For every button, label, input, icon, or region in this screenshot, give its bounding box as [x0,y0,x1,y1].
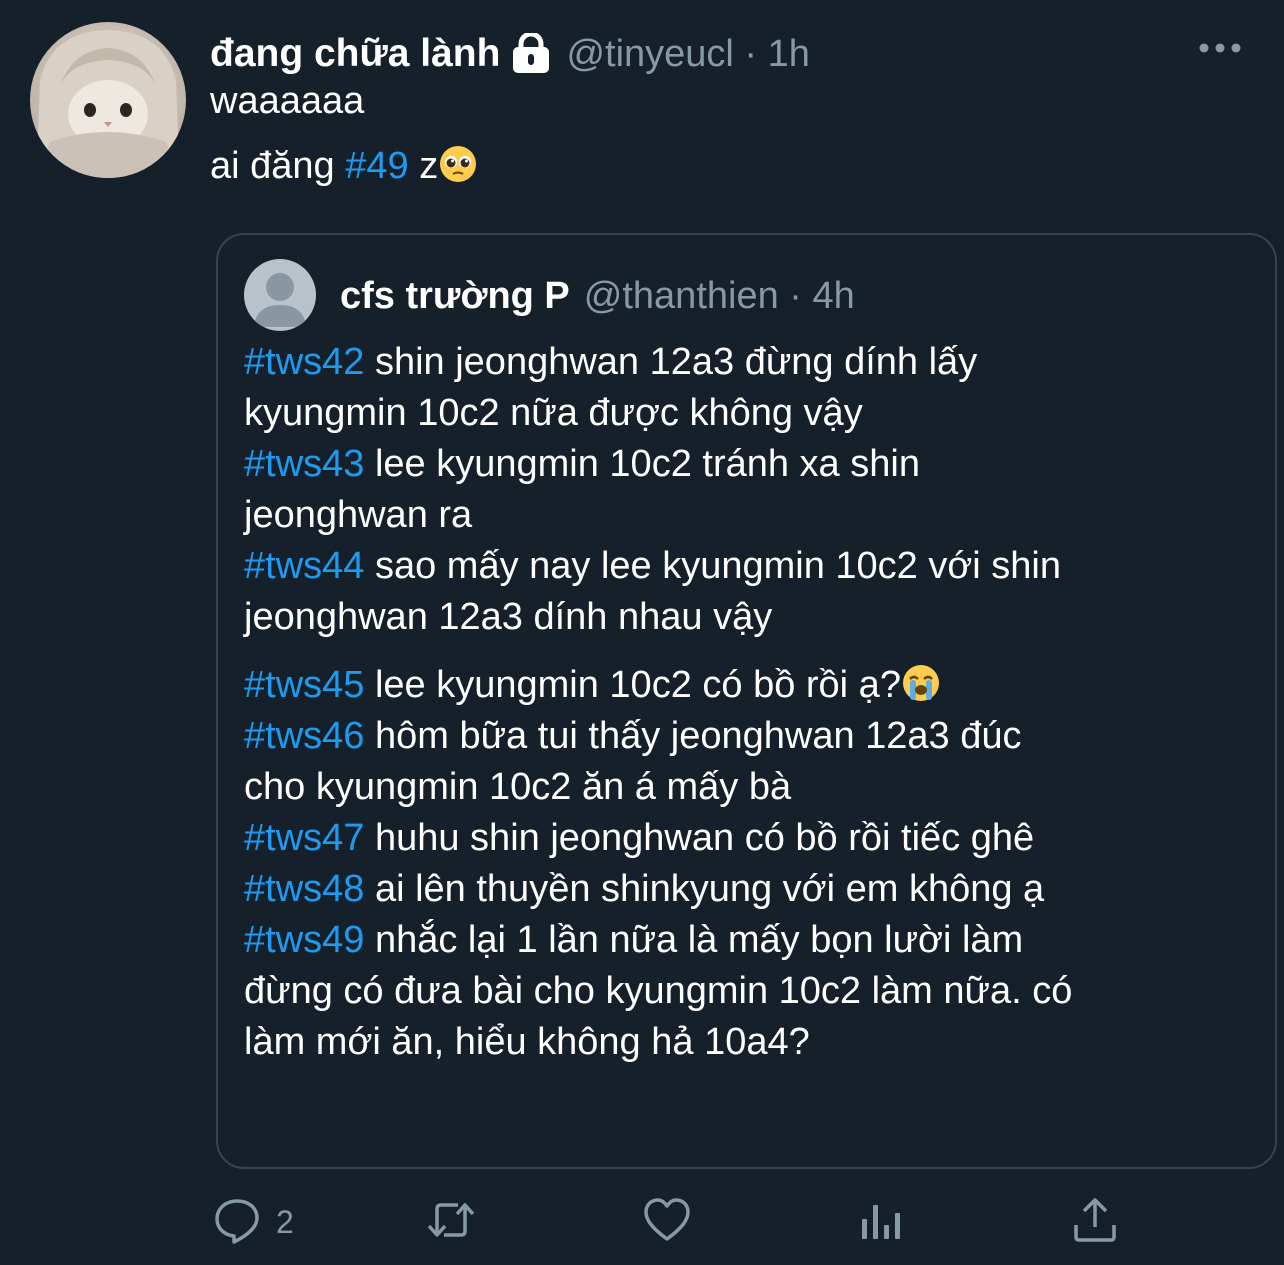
quoted-line: cho kyungmin 10c2 ăn á mấy bà [244,766,791,809]
lock-icon [510,31,552,75]
quoted-line: jeonghwan ra [244,494,472,537]
quoted-line: kyungmin 10c2 nữa được không vậy [244,392,863,435]
line-text: lee kyungmin 10c2 có bồ rồi ạ? [364,664,901,706]
share-icon [1070,1195,1120,1250]
avatar[interactable] [30,22,186,178]
more-icon[interactable] [1196,30,1244,66]
line-text: nhắc lại 1 lần nữa là mấy bọn lười làm [364,919,1024,961]
like-icon [642,1195,692,1250]
quoted-line: #tws49 nhắc lại 1 lần nữa là mấy bọn lườ… [244,919,1023,962]
tweet-actions: 2 [0,1190,1284,1254]
line-text: lee kyungmin 10c2 tránh xa shin [364,443,920,485]
share-button[interactable] [1070,1190,1120,1254]
tweet-text-suffix: z [408,145,439,187]
quoted-line: #tws42 shin jeonghwan 12a3 đừng dính lấy [244,341,977,384]
line-text: hôm bữa tui thấy jeonghwan 12a3 đúc [364,715,1022,757]
hashtag-link[interactable]: #tws44 [244,545,364,587]
display-name[interactable]: đang chữa lành [210,32,500,76]
tweet-text-line-2: ai đăng #49 z [210,144,478,194]
line-text: làm mới ăn, hiểu không hả 10a4? [244,1021,810,1063]
quoted-display-name[interactable]: cfs trường P [340,275,570,318]
analytics-icon [856,1195,906,1250]
hashtag-link[interactable]: #tws49 [244,919,364,961]
hashtag-link[interactable]: #49 [345,145,408,187]
hashtag-link[interactable]: #tws42 [244,341,364,383]
reply-icon [212,1195,262,1250]
hashtag-link[interactable]: #tws43 [244,443,364,485]
retweet-button[interactable] [426,1190,476,1254]
tweet-header: đang chữa lành @tinyeucl · 1h [210,26,810,82]
tweet-text-prefix: ai đăng [210,145,346,187]
quoted-line: làm mới ăn, hiểu không hả 10a4? [244,1021,810,1064]
line-text: jeonghwan 12a3 dính nhau vậy [244,596,773,638]
hashtag-link[interactable]: #tws48 [244,868,364,910]
line-text: đừng có đưa bài cho kyungmin 10c2 làm nữ… [244,970,1073,1012]
pleading-face-emoji [438,144,478,194]
reply-count: 2 [276,1203,294,1240]
reply-button[interactable]: 2 [212,1190,294,1254]
line-text: shin jeonghwan 12a3 đừng dính lấy [364,341,978,383]
quoted-handle-and-time: @thanthien · 4h [583,274,855,317]
quoted-line: #tws47 huhu shin jeonghwan có bồ rồi tiế… [244,817,1034,860]
quoted-line: #tws45 lee kyungmin 10c2 có bồ rồi ạ? [244,663,941,713]
quoted-line: #tws48 ai lên thuyền shinkyung với em kh… [244,868,1044,911]
quoted-line: #tws44 sao mấy nay lee kyungmin 10c2 với… [244,545,1061,588]
quoted-line: jeonghwan 12a3 dính nhau vậy [244,596,772,639]
quoted-avatar[interactable] [244,259,316,331]
line-text: ai lên thuyền shinkyung với em không ạ [364,868,1045,910]
quoted-tweet[interactable]: cfs trường P @thanthien · 4h #tws42 shin… [216,233,1277,1169]
quoted-header: cfs trường P @thanthien · 4h [340,271,855,321]
line-text: kyungmin 10c2 nữa được không vậy [244,392,863,434]
line-text: jeonghwan ra [244,494,473,536]
tweet-text-line-1: waaaaaa [210,80,365,122]
crying-face-emoji [901,663,941,713]
line-text: cho kyungmin 10c2 ăn á mấy bà [244,766,792,808]
quoted-line: #tws46 hôm bữa tui thấy jeonghwan 12a3 đ… [244,715,1022,758]
line-text: sao mấy nay lee kyungmin 10c2 với shin [364,545,1062,587]
quoted-line: #tws43 lee kyungmin 10c2 tránh xa shin [244,443,920,486]
hashtag-link[interactable]: #tws47 [244,817,364,859]
analytics-button[interactable] [856,1190,906,1254]
hashtag-link[interactable]: #tws46 [244,715,364,757]
like-button[interactable] [642,1190,692,1254]
retweet-icon [426,1195,476,1250]
hashtag-link[interactable]: #tws45 [244,664,364,706]
line-text: huhu shin jeonghwan có bồ rồi tiếc ghê [364,817,1035,859]
handle-and-time[interactable]: @tinyeucl · 1h [566,33,809,76]
quoted-line: đừng có đưa bài cho kyungmin 10c2 làm nữ… [244,970,1072,1013]
